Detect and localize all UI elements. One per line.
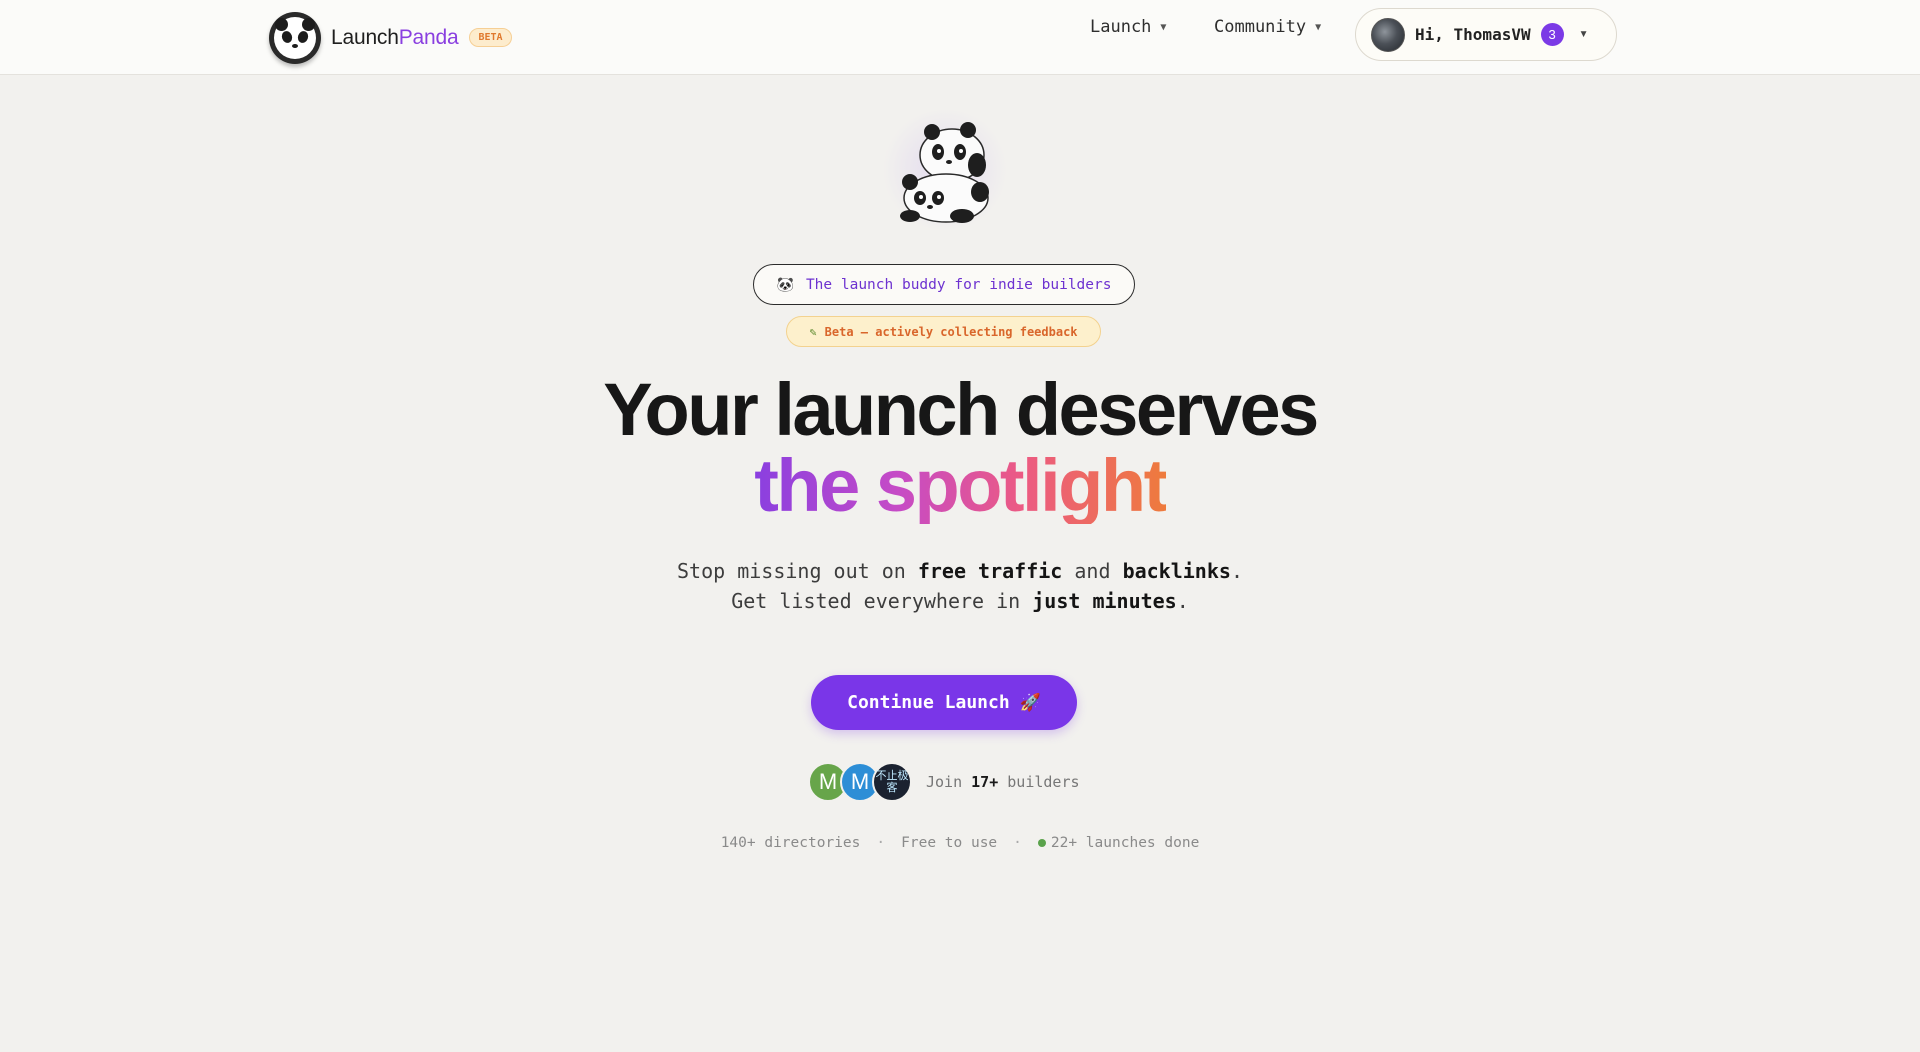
notification-count-badge: 3: [1540, 23, 1564, 46]
user-menu[interactable]: Hi, ThomasVW 3 ▼: [1355, 8, 1617, 61]
social-proof: M M 不止极客 Join 17+ builders: [808, 762, 1080, 802]
highlight-just-minutes: just minutes: [1032, 589, 1177, 613]
nav-community-dropdown[interactable]: Community ▼: [1214, 17, 1321, 37]
chevron-down-icon: ▼: [1315, 21, 1322, 33]
panda-face-icon: 🐼: [776, 276, 794, 293]
rocket-icon: 🚀: [1019, 692, 1041, 713]
highlight-free-traffic: free traffic: [917, 559, 1063, 583]
stat-directories: 140+ directories: [720, 835, 861, 851]
stats-row: 140+ directories · Free to use · 22+ lau…: [720, 835, 1200, 851]
headline-line-2: the spotlight: [754, 444, 1168, 527]
panda-mascot-icon: [880, 110, 1010, 230]
stat-free: Free to use: [901, 835, 998, 851]
builder-count: 17+: [971, 773, 999, 791]
avatar: 不止极客: [872, 762, 912, 802]
nav-community-label: Community: [1214, 17, 1307, 37]
hero-headline: Your launch deserves the spotlight: [460, 372, 1460, 524]
beta-badge: BETA: [469, 28, 512, 47]
beta-feedback-text: Beta — actively collecting feedback: [824, 324, 1078, 339]
top-navbar: LaunchPanda BETA Launch ▼ Community ▼ Hi…: [0, 0, 1920, 75]
tagline-text: The launch buddy for indie builders: [805, 276, 1112, 293]
brand[interactable]: LaunchPanda BETA: [269, 10, 512, 65]
nav-launch-dropdown[interactable]: Launch ▼: [1090, 17, 1166, 37]
user-greeting: Hi, ThomasVW: [1415, 25, 1531, 44]
headline-line-1: Your launch deserves: [603, 368, 1319, 451]
builder-avatars: M M 不止极客: [808, 762, 912, 802]
highlight-backlinks: backlinks: [1122, 559, 1231, 583]
pencil-icon: ✎: [809, 324, 817, 339]
beta-feedback-pill: ✎ Beta — actively collecting feedback: [786, 316, 1101, 347]
continue-launch-button[interactable]: Continue Launch 🚀: [811, 675, 1077, 730]
hero-subtitle: Stop missing out on free traffic and bac…: [677, 559, 1243, 613]
status-dot-icon: [1037, 839, 1046, 847]
brand-name[interactable]: LaunchPanda: [331, 26, 459, 50]
panda-logo-icon[interactable]: [269, 11, 321, 64]
continue-launch-label: Continue Launch: [847, 692, 1010, 713]
join-builders-text: Join 17+ builders: [926, 773, 1080, 791]
tagline-pill: 🐼 The launch buddy for indie builders: [753, 264, 1135, 305]
nav-launch-label: Launch: [1090, 17, 1152, 37]
avatar: [1371, 17, 1405, 52]
chevron-down-icon: ▼: [1578, 29, 1589, 40]
stat-launches: 22+ launches done: [1050, 835, 1200, 851]
chevron-down-icon: ▼: [1160, 21, 1167, 33]
